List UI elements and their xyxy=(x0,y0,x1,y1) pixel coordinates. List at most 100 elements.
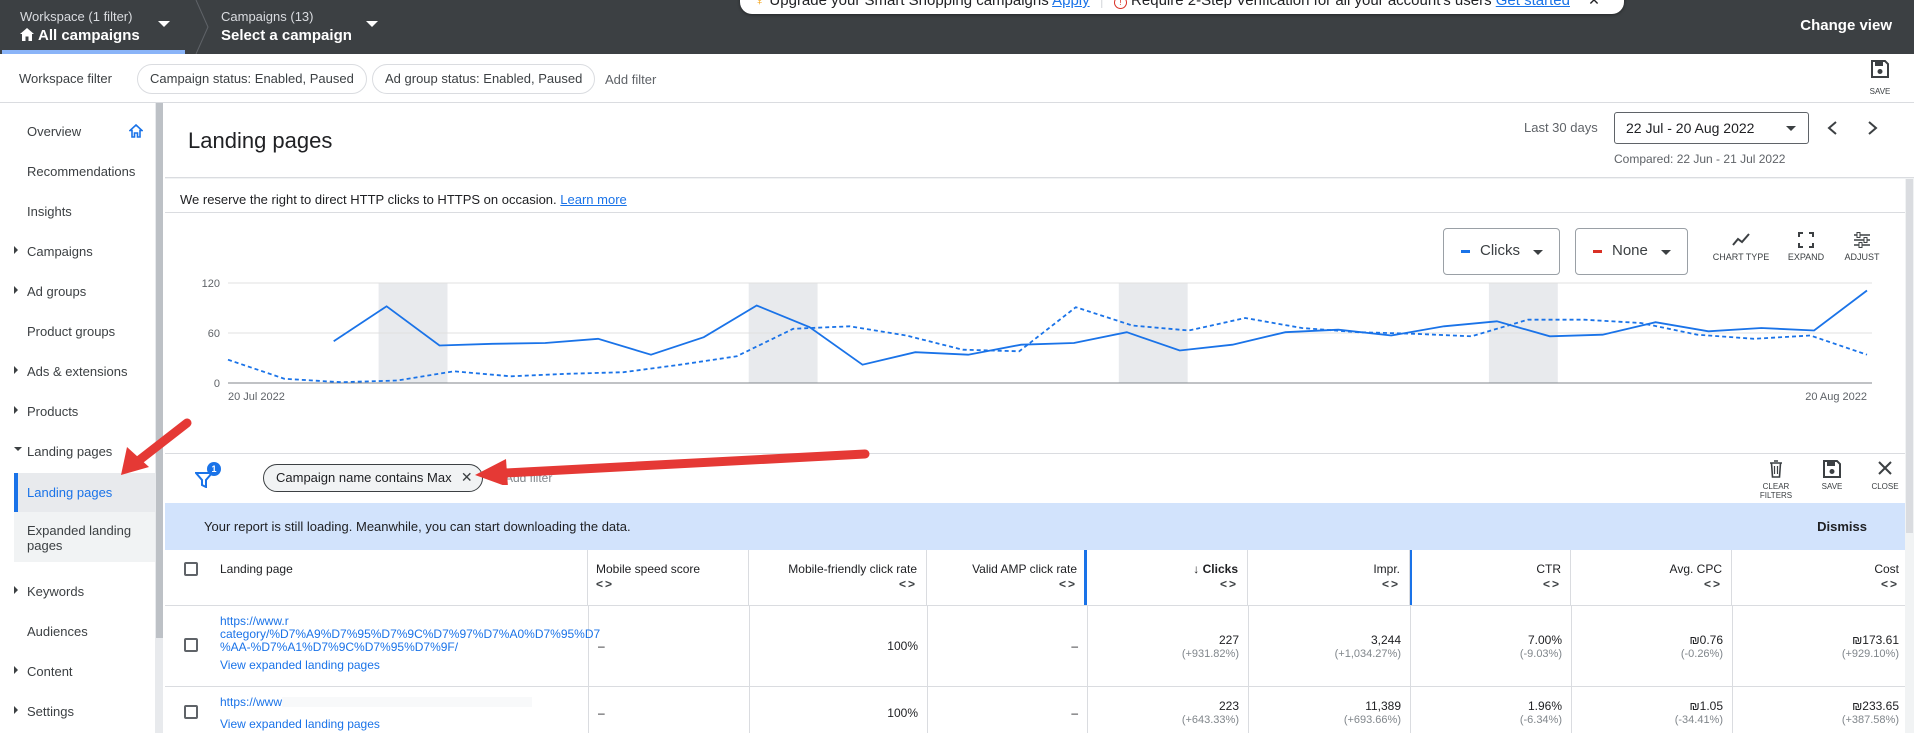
column-header-mobile-speed[interactable]: Mobile speed score <> xyxy=(588,550,749,605)
sidebar-item-recommendations[interactable]: Recommendations xyxy=(0,164,150,180)
campaign-status-chip[interactable]: Campaign status: Enabled, Paused xyxy=(137,64,367,94)
sidebar-item-insights[interactable]: Insights xyxy=(0,204,150,220)
dropdown-icon xyxy=(1661,250,1671,255)
column-header-landing-page[interactable]: Landing page xyxy=(165,550,588,605)
sidebar-item-campaigns[interactable]: Campaigns xyxy=(0,244,150,260)
add-filter-button[interactable]: Add filter xyxy=(505,471,552,485)
expand-column-icon[interactable]: <> xyxy=(1704,577,1722,591)
main-scrollbar-thumb[interactable] xyxy=(1906,179,1913,533)
add-filter-button[interactable]: Add filter xyxy=(605,72,656,87)
landing-page-url[interactable]: https://www.r category/%D7%A9%D7%95%D7%9C… xyxy=(220,615,600,654)
main-scrollbar[interactable] xyxy=(1905,179,1914,733)
close-filters-label: CLOSE xyxy=(1871,482,1899,491)
breadcrumb-chevron-icon xyxy=(195,0,209,54)
sidebar-item-settings[interactable]: Settings xyxy=(0,704,150,720)
column-header-clicks[interactable]: ↓ Clicks <> xyxy=(1087,550,1248,605)
column-header-avg-cpc[interactable]: Avg. CPC <> xyxy=(1571,550,1732,605)
row-checkbox[interactable] xyxy=(184,638,198,652)
column-header-amp[interactable]: Valid AMP click rate <> xyxy=(927,550,1087,605)
workspace-selector[interactable]: Workspace (1 filter) All campaigns xyxy=(20,9,140,44)
sidebar-item-overview[interactable]: Overview xyxy=(0,124,150,140)
column-header-cost[interactable]: Cost <> xyxy=(1732,550,1905,605)
workspace-value: All campaigns xyxy=(38,27,140,44)
change-view-button[interactable]: Change view xyxy=(1800,17,1892,34)
https-notice: We reserve the right to direct HTTP clic… xyxy=(165,179,1914,213)
expand-column-icon[interactable]: <> xyxy=(899,577,917,591)
sidebar-item-products[interactable]: Products xyxy=(0,404,150,420)
date-range-picker[interactable]: 22 Jul - 20 Aug 2022 xyxy=(1614,112,1809,144)
filter-button[interactable]: 1 xyxy=(195,462,221,490)
sidebar-item-label: Expanded landing pages xyxy=(27,523,132,553)
view-expanded-link[interactable]: View expanded landing pages xyxy=(220,718,580,731)
expand-column-icon[interactable]: <> xyxy=(1220,577,1238,591)
learn-more-link[interactable]: Learn more xyxy=(560,192,626,207)
row-checkbox[interactable] xyxy=(184,705,198,719)
y-tick-label: 60 xyxy=(208,328,220,340)
save-label: SAVE xyxy=(1869,87,1891,96)
sorted-column-indicator xyxy=(1084,550,1087,605)
column-header-mobile-friendly[interactable]: Mobile-friendly click rate <> xyxy=(749,550,927,605)
sidebar-item-landing-pages-group[interactable]: Landing pages xyxy=(0,444,150,460)
adjust-icon xyxy=(1854,232,1870,248)
sidebar-scrollbar-thumb[interactable] xyxy=(156,103,163,638)
remove-filter-icon[interactable]: ✕ xyxy=(461,469,473,486)
mobile-friendly-cell: 100% xyxy=(887,706,918,720)
ctr-cell: 1.96% (-6.34%) xyxy=(1519,699,1562,727)
notice-get-started-link[interactable]: Get started xyxy=(1496,0,1570,9)
landing-page-url[interactable]: https://www xyxy=(220,696,580,709)
notice-text-2: Require 2-Step Verification for all your… xyxy=(1131,0,1492,9)
close-icon[interactable]: ✕ xyxy=(1588,0,1600,8)
next-period-icon[interactable] xyxy=(1865,120,1879,136)
sidebar-item-expanded-landing-pages[interactable]: Expanded landing pages xyxy=(14,512,155,562)
sidebar-item-landing-pages[interactable]: Landing pages xyxy=(14,473,155,512)
avg-cpc-cell: ₪1.05 (-34.41%) xyxy=(1674,699,1723,727)
x-end-label: 20 Aug 2022 xyxy=(1805,391,1867,403)
adjust-button[interactable]: ADJUST xyxy=(1832,232,1892,262)
chart-card: Clicks None CHART TYPE EXPAND ADJUST 120… xyxy=(165,213,1905,453)
mobile-speed-cell: – xyxy=(598,639,605,653)
metric-1-selector[interactable]: Clicks xyxy=(1443,228,1560,275)
ad-group-status-chip[interactable]: Ad group status: Enabled, Paused xyxy=(372,64,596,94)
expand-column-icon[interactable]: <> xyxy=(1382,577,1400,591)
save-filter-button[interactable]: SAVE xyxy=(1868,60,1892,96)
dropdown-icon xyxy=(1786,126,1796,131)
filter-count-badge: 1 xyxy=(207,462,221,476)
sidebar-item-audiences[interactable]: Audiences xyxy=(0,624,150,640)
cost-cell: ₪173.61 (+929.10%) xyxy=(1841,633,1899,661)
page-title: Landing pages xyxy=(188,128,333,153)
previous-period-icon[interactable] xyxy=(1826,120,1840,136)
chart-type-label: CHART TYPE xyxy=(1712,252,1770,262)
sidebar-item-keywords[interactable]: Keywords xyxy=(0,584,150,600)
notice-apply-link[interactable]: Apply xyxy=(1052,0,1090,9)
impr-cell: 11,389 (+693.66%) xyxy=(1343,699,1401,727)
y-tick-label: 120 xyxy=(202,278,220,290)
expand-button[interactable]: EXPAND xyxy=(1776,232,1836,262)
view-expanded-link[interactable]: View expanded landing pages xyxy=(220,659,580,672)
save-filters-button[interactable]: SAVE xyxy=(1802,460,1862,491)
chart-type-button[interactable]: CHART TYPE xyxy=(1711,232,1771,262)
save-icon xyxy=(1871,60,1889,78)
home-icon xyxy=(20,28,34,41)
column-header-ctr[interactable]: CTR <> xyxy=(1410,550,1571,605)
campaign-selector[interactable]: Campaigns (13) Select a campaign xyxy=(221,9,352,44)
top-bar: Workspace (1 filter) All campaigns Campa… xyxy=(0,0,1914,54)
sidebar-item-ad-groups[interactable]: Ad groups xyxy=(0,284,150,300)
expand-column-icon[interactable]: <> xyxy=(596,577,614,591)
sidebar-item-ads-extensions[interactable]: Ads & extensions xyxy=(0,364,150,380)
metric-1-label: Clicks xyxy=(1480,242,1520,259)
dismiss-button[interactable]: Dismiss xyxy=(1817,519,1867,534)
clear-filters-button[interactable]: CLEAR FILTERS xyxy=(1746,460,1806,500)
sidebar-item-product-groups[interactable]: Product groups xyxy=(0,324,150,340)
metric-2-selector[interactable]: None xyxy=(1575,228,1688,275)
sidebar-item-content[interactable]: Content xyxy=(0,664,150,680)
dropdown-icon xyxy=(1533,250,1543,255)
expand-column-icon[interactable]: <> xyxy=(1059,577,1077,591)
campaigns-label: Campaigns (13) xyxy=(221,9,314,24)
expand-column-icon[interactable]: <> xyxy=(1881,577,1899,591)
column-header-impr[interactable]: Impr. <> xyxy=(1248,550,1410,605)
expand-column-icon[interactable]: <> xyxy=(1543,577,1561,591)
campaign-dropdown-icon[interactable] xyxy=(366,21,378,27)
workspace-filter-label: Workspace filter xyxy=(19,71,112,86)
campaign-name-filter-chip[interactable]: Campaign name contains Max ✕ xyxy=(263,464,483,492)
workspace-dropdown-icon[interactable] xyxy=(158,21,170,27)
